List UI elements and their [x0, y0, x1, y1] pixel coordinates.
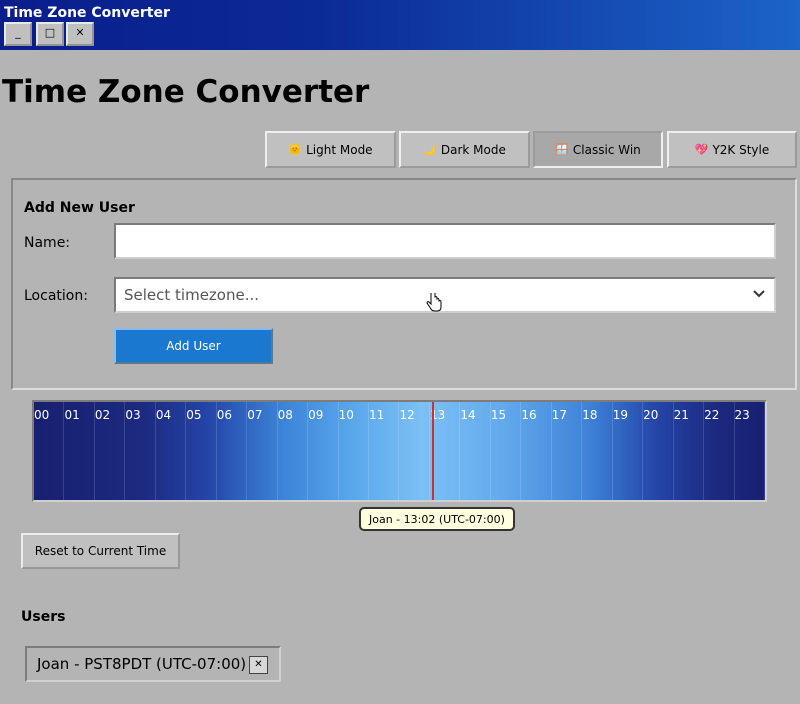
hour-cell[interactable]: 21 [673, 402, 705, 500]
hour-cell[interactable]: 13 [430, 402, 461, 500]
hour-timeline[interactable]: 23 22 21 20 19 18 17 16 15 14 13 12 11 10 09 08 07 06 05 04… [32, 400, 767, 502]
name-input[interactable] [114, 223, 776, 259]
hour-label: 01 [64, 408, 80, 422]
hour-label: 00 [34, 408, 50, 422]
user-chip-label: Joan - PST8PDT (UTC-07:00) [37, 655, 247, 673]
light-mode-label: Light Mode [306, 142, 373, 157]
hour-label: 06 [216, 408, 233, 422]
hour-cell[interactable]: 05 [186, 402, 217, 500]
hour-cell[interactable]: 20 [643, 402, 674, 500]
hour-cell[interactable]: 09 [308, 402, 339, 500]
heart-icon: 💖 [694, 143, 709, 156]
hour-cell[interactable]: 02 [94, 402, 126, 500]
title-bar: Time Zone Converter _ □ ✕ [0, 0, 800, 50]
maximize-button[interactable]: □ [36, 22, 64, 46]
y2k-style-label: Y2K Style [712, 142, 770, 157]
hour-cell[interactable]: 00 [34, 402, 65, 500]
moon-icon: 🌙 [423, 143, 437, 156]
hour-label: 04 [155, 408, 172, 422]
current-time-line [432, 402, 434, 500]
hour-label: 12 [399, 408, 415, 422]
hour-cell[interactable]: 22 [704, 402, 735, 500]
classic-win-label: Classic Win [572, 142, 641, 157]
add-user-heading: Add New User [24, 200, 135, 216]
add-user-panel: Add New User Name: Location: Select time… [11, 178, 797, 390]
close-button[interactable]: ✕ [66, 22, 94, 46]
hour-cell[interactable]: 07 [247, 402, 278, 500]
hour-label: 23 [734, 408, 750, 422]
hour-label: 15 [490, 408, 507, 422]
light-mode-button[interactable]: 🌞 Light Mode [265, 131, 396, 168]
hour-label: 18 [582, 408, 598, 422]
minimize-button[interactable]: _ [4, 22, 32, 46]
hour-cell[interactable]: 16 [521, 402, 552, 500]
window-title: Time Zone Converter [4, 5, 170, 21]
hour-label: 21 [673, 408, 689, 422]
sun-icon: 🌞 [288, 143, 303, 156]
timezone-select[interactable]: Select timezone... [114, 277, 776, 313]
hour-label: 10 [338, 408, 354, 422]
remove-user-button[interactable]: ✕ [249, 656, 268, 674]
add-user-button[interactable]: Add User [114, 328, 273, 364]
hour-cell[interactable]: 18 [582, 402, 613, 500]
hour-cell[interactable]: 06 [216, 402, 248, 500]
hour-cell[interactable]: 12 [400, 402, 430, 500]
hour-label: 09 [308, 408, 324, 422]
hour-cell[interactable]: 23 [735, 402, 765, 500]
hour-cell[interactable]: 01 [64, 402, 95, 500]
hour-label: 11 [369, 408, 385, 422]
hour-cell[interactable]: 19 [612, 402, 644, 500]
hour-cell[interactable]: 03 [125, 402, 156, 500]
hand-pointer-icon [426, 293, 442, 312]
hour-label: 07 [247, 408, 263, 422]
hour-label: 22 [704, 408, 720, 422]
hour-cell[interactable]: 10 [338, 402, 370, 500]
hour-label: 02 [94, 408, 111, 422]
timezone-placeholder: Select timezone... [124, 286, 260, 304]
page-title: Time Zone Converter [2, 74, 370, 110]
hour-label: 20 [643, 408, 659, 422]
reset-current-time-button[interactable]: Reset to Current Time [21, 533, 180, 569]
hour-cell[interactable]: 04 [155, 402, 187, 500]
users-heading: Users [21, 609, 66, 625]
dark-mode-label: Dark Mode [440, 142, 506, 157]
hour-label: 19 [612, 408, 628, 422]
hour-label: 16 [521, 408, 537, 422]
y2k-style-button[interactable]: 💖 Y2K Style [667, 131, 797, 168]
name-label: Name: [24, 235, 71, 251]
hour-label: 17 [551, 408, 568, 422]
classic-win-button[interactable]: 🪟 Classic Win [533, 131, 663, 168]
hour-label: 03 [125, 408, 141, 422]
hour-cell[interactable]: 08 [277, 402, 309, 500]
chevron-down-icon [752, 287, 766, 303]
hour-cell[interactable]: 17 [551, 402, 583, 500]
hour-cell[interactable]: 14 [460, 402, 491, 500]
hour-cell[interactable]: 11 [369, 402, 400, 500]
hour-label: 08 [277, 408, 293, 422]
window-icon: 🪟 [555, 143, 569, 156]
location-label: Location: [24, 288, 88, 304]
user-chip: Joan - PST8PDT (UTC-07:00) ✕ [25, 646, 281, 682]
hour-label: 05 [186, 408, 202, 422]
dark-mode-button[interactable]: 🌙 Dark Mode [399, 131, 530, 168]
hour-label: 14 [460, 408, 476, 422]
hour-cell[interactable]: 15 [490, 402, 522, 500]
time-tooltip: Joan - 13:02 (UTC-07:00) [359, 507, 515, 531]
